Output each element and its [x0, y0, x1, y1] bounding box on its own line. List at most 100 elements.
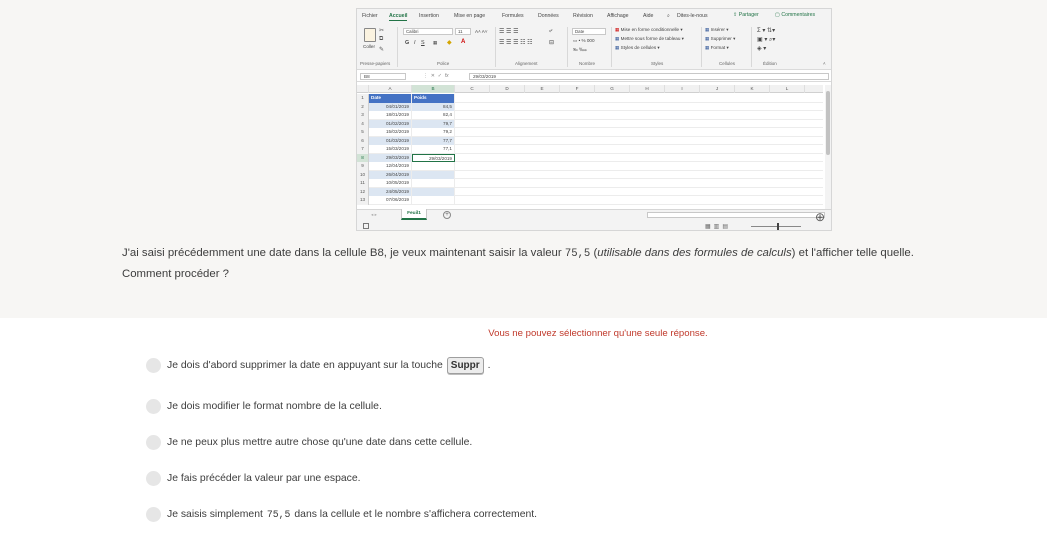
horizontal-scrollbar — [647, 212, 825, 218]
radio-button[interactable] — [146, 434, 161, 450]
table-row: 12 24/05/2019 — [357, 187, 823, 196]
weight-cell — [412, 187, 455, 196]
weight-cell: 77,1 — [412, 145, 455, 154]
percent-icon: ▭ • % 000 — [573, 38, 595, 43]
row-number: 5 — [357, 128, 369, 137]
table-row: 13 07/06/2019 — [357, 196, 823, 205]
radio-button[interactable] — [146, 506, 161, 522]
format-label: Format — [710, 45, 726, 50]
date-cell: 15/02/2019 — [369, 128, 412, 137]
radio-button[interactable] — [146, 357, 161, 373]
table-row: 6 01/03/2019 77,7 — [357, 136, 823, 145]
suppr-key-icon: Suppr — [446, 356, 484, 374]
sheet-tabs-bar: ◂ ▸ Feuil1 + — [357, 209, 831, 221]
fill-color-icon: ◆ — [447, 40, 452, 46]
answer-option-2[interactable]: Je dois modifier le format nombre de la … — [146, 397, 382, 415]
answer-option-3[interactable]: Je ne peux plus mettre autre chose qu'un… — [146, 433, 472, 451]
option-label: Je dois d'abord supprimer la date en app… — [167, 359, 443, 371]
group-label-cells: Cellules — [719, 61, 736, 66]
question-line2: Comment procéder ? — [122, 268, 229, 280]
insert-button: ▦ Insérer ▾ — [705, 27, 729, 32]
delete-button: ▦ Supprimer ▾ — [705, 36, 736, 41]
weight-cell — [412, 179, 455, 188]
weight-cell: 84,5 — [412, 102, 455, 111]
weight-cell: 79,7 — [412, 119, 455, 128]
macro-record-icon — [363, 223, 369, 229]
answer-option-5[interactable]: Je saisis simplement 75,5 dans la cellul… — [146, 505, 537, 523]
column-header: F — [560, 85, 595, 93]
group-label-editing: Édition — [763, 61, 777, 66]
date-cell: 01/03/2019 — [369, 136, 412, 145]
cond-format-button: ▦ Mise en forme conditionnelle ▾ — [615, 27, 683, 32]
menu-aide: Aide — [643, 13, 654, 19]
table-row: 2 04/01/2019 84,5 — [357, 102, 823, 111]
align-center-icon: ☰ ☰ ☰ ☷ ☷ — [499, 40, 533, 46]
corner-cell — [357, 85, 369, 93]
table-row: 9 12/04/2019 — [357, 162, 823, 171]
table-row: 11 10/05/2019 — [357, 179, 823, 188]
font-size-box: 11 — [455, 28, 471, 35]
cell-styles-button: ▦ Styles de cellules ▾ — [615, 45, 660, 50]
option-label: Je saisis simplement — [167, 508, 263, 520]
menu-accueil: Accueil — [389, 13, 408, 21]
row-number: 1 — [357, 94, 369, 103]
menu-formules: Formules — [502, 13, 524, 19]
column-header: A — [369, 85, 412, 93]
instruction-text: Vous ne pouvez sélectionner qu'une seule… — [488, 328, 708, 339]
collapse-ribbon-icon: ˄ — [823, 61, 826, 66]
excel-screenshot: Fichier Accueil Insertion Mise en page F… — [356, 8, 832, 231]
excel-menu-bar: Fichier Accueil Insertion Mise en page F… — [357, 9, 831, 24]
zoom-image-icon[interactable]: ⊕ — [815, 210, 825, 224]
menu-donnees: Données — [538, 13, 559, 19]
date-cell: 18/01/2019 — [369, 111, 412, 120]
group-label-number: Nombre — [579, 61, 596, 66]
insert-label: Insérer — [710, 27, 725, 32]
autosum-icon: Σ ▾ ⇅▾ — [757, 28, 776, 34]
view-mode-icons: ▦▥▤ — [705, 224, 732, 230]
question-text: J'ai saisi précédemment une date dans la… — [122, 243, 922, 284]
formula-icons: ⋮ ✕ ✓ fx — [423, 73, 449, 79]
date-cell: 01/02/2019 — [369, 119, 412, 128]
copy-icon: ⧉ — [379, 36, 384, 42]
clear-icon: ◈ ▾ — [757, 46, 767, 52]
radio-button[interactable] — [146, 398, 161, 414]
name-box: B8 — [360, 73, 406, 80]
sheet-nav-arrows: ◂ ▸ — [371, 212, 377, 217]
option-label: Je ne peux plus mettre autre chose qu'un… — [167, 436, 473, 448]
ribbon-divider — [495, 27, 496, 67]
format-button: ▦ Format ▾ — [705, 45, 729, 50]
column-header: C — [455, 85, 490, 93]
format-painter-icon: ✎ — [379, 47, 385, 53]
weight-cell: 77,7 — [412, 136, 455, 145]
paste-label: Coller — [363, 44, 375, 49]
menu-insertion: Insertion — [419, 13, 439, 19]
option-label-suffix: . — [487, 359, 491, 371]
header-cell-poids: Poids — [412, 94, 455, 103]
ribbon-divider — [701, 27, 702, 67]
row-number: 11 — [357, 179, 369, 188]
column-header-row: A B C D E F G H I J K L — [357, 85, 823, 93]
table-row: 3 18/01/2019 82,4 — [357, 111, 823, 120]
column-header: K — [735, 85, 770, 93]
answer-option-1[interactable]: Je dois d'abord supprimer la date en app… — [146, 356, 491, 374]
share-button: ⇪ Partager — [733, 12, 759, 18]
radio-button[interactable] — [146, 470, 161, 486]
row-number: 4 — [357, 119, 369, 128]
weight-cell — [412, 170, 455, 179]
date-cell: 10/05/2019 — [369, 179, 412, 188]
group-label-clipboard: Presse-papiers — [360, 61, 391, 66]
add-sheet-icon: + — [443, 211, 451, 219]
answer-option-4[interactable]: Je fais précéder la valeur par une espac… — [146, 469, 361, 487]
group-label-styles: Styles — [651, 61, 664, 66]
option-value: 75,5 — [266, 508, 291, 520]
row-number: 6 — [357, 136, 369, 145]
table-row: 8 29/03/2019 29/03/2019 — [357, 153, 823, 162]
column-header: B — [412, 85, 455, 93]
column-header: I — [665, 85, 700, 93]
search-icon: ⌕ — [667, 13, 670, 19]
wrap-text-icon: ⤶ — [549, 28, 553, 34]
date-cell: 24/05/2019 — [369, 187, 412, 196]
question-italic: utilisable dans des formules de calculs — [597, 247, 792, 259]
date-cell: 07/06/2019 — [369, 196, 412, 205]
table-row: 7 15/03/2019 77,1 — [357, 145, 823, 154]
